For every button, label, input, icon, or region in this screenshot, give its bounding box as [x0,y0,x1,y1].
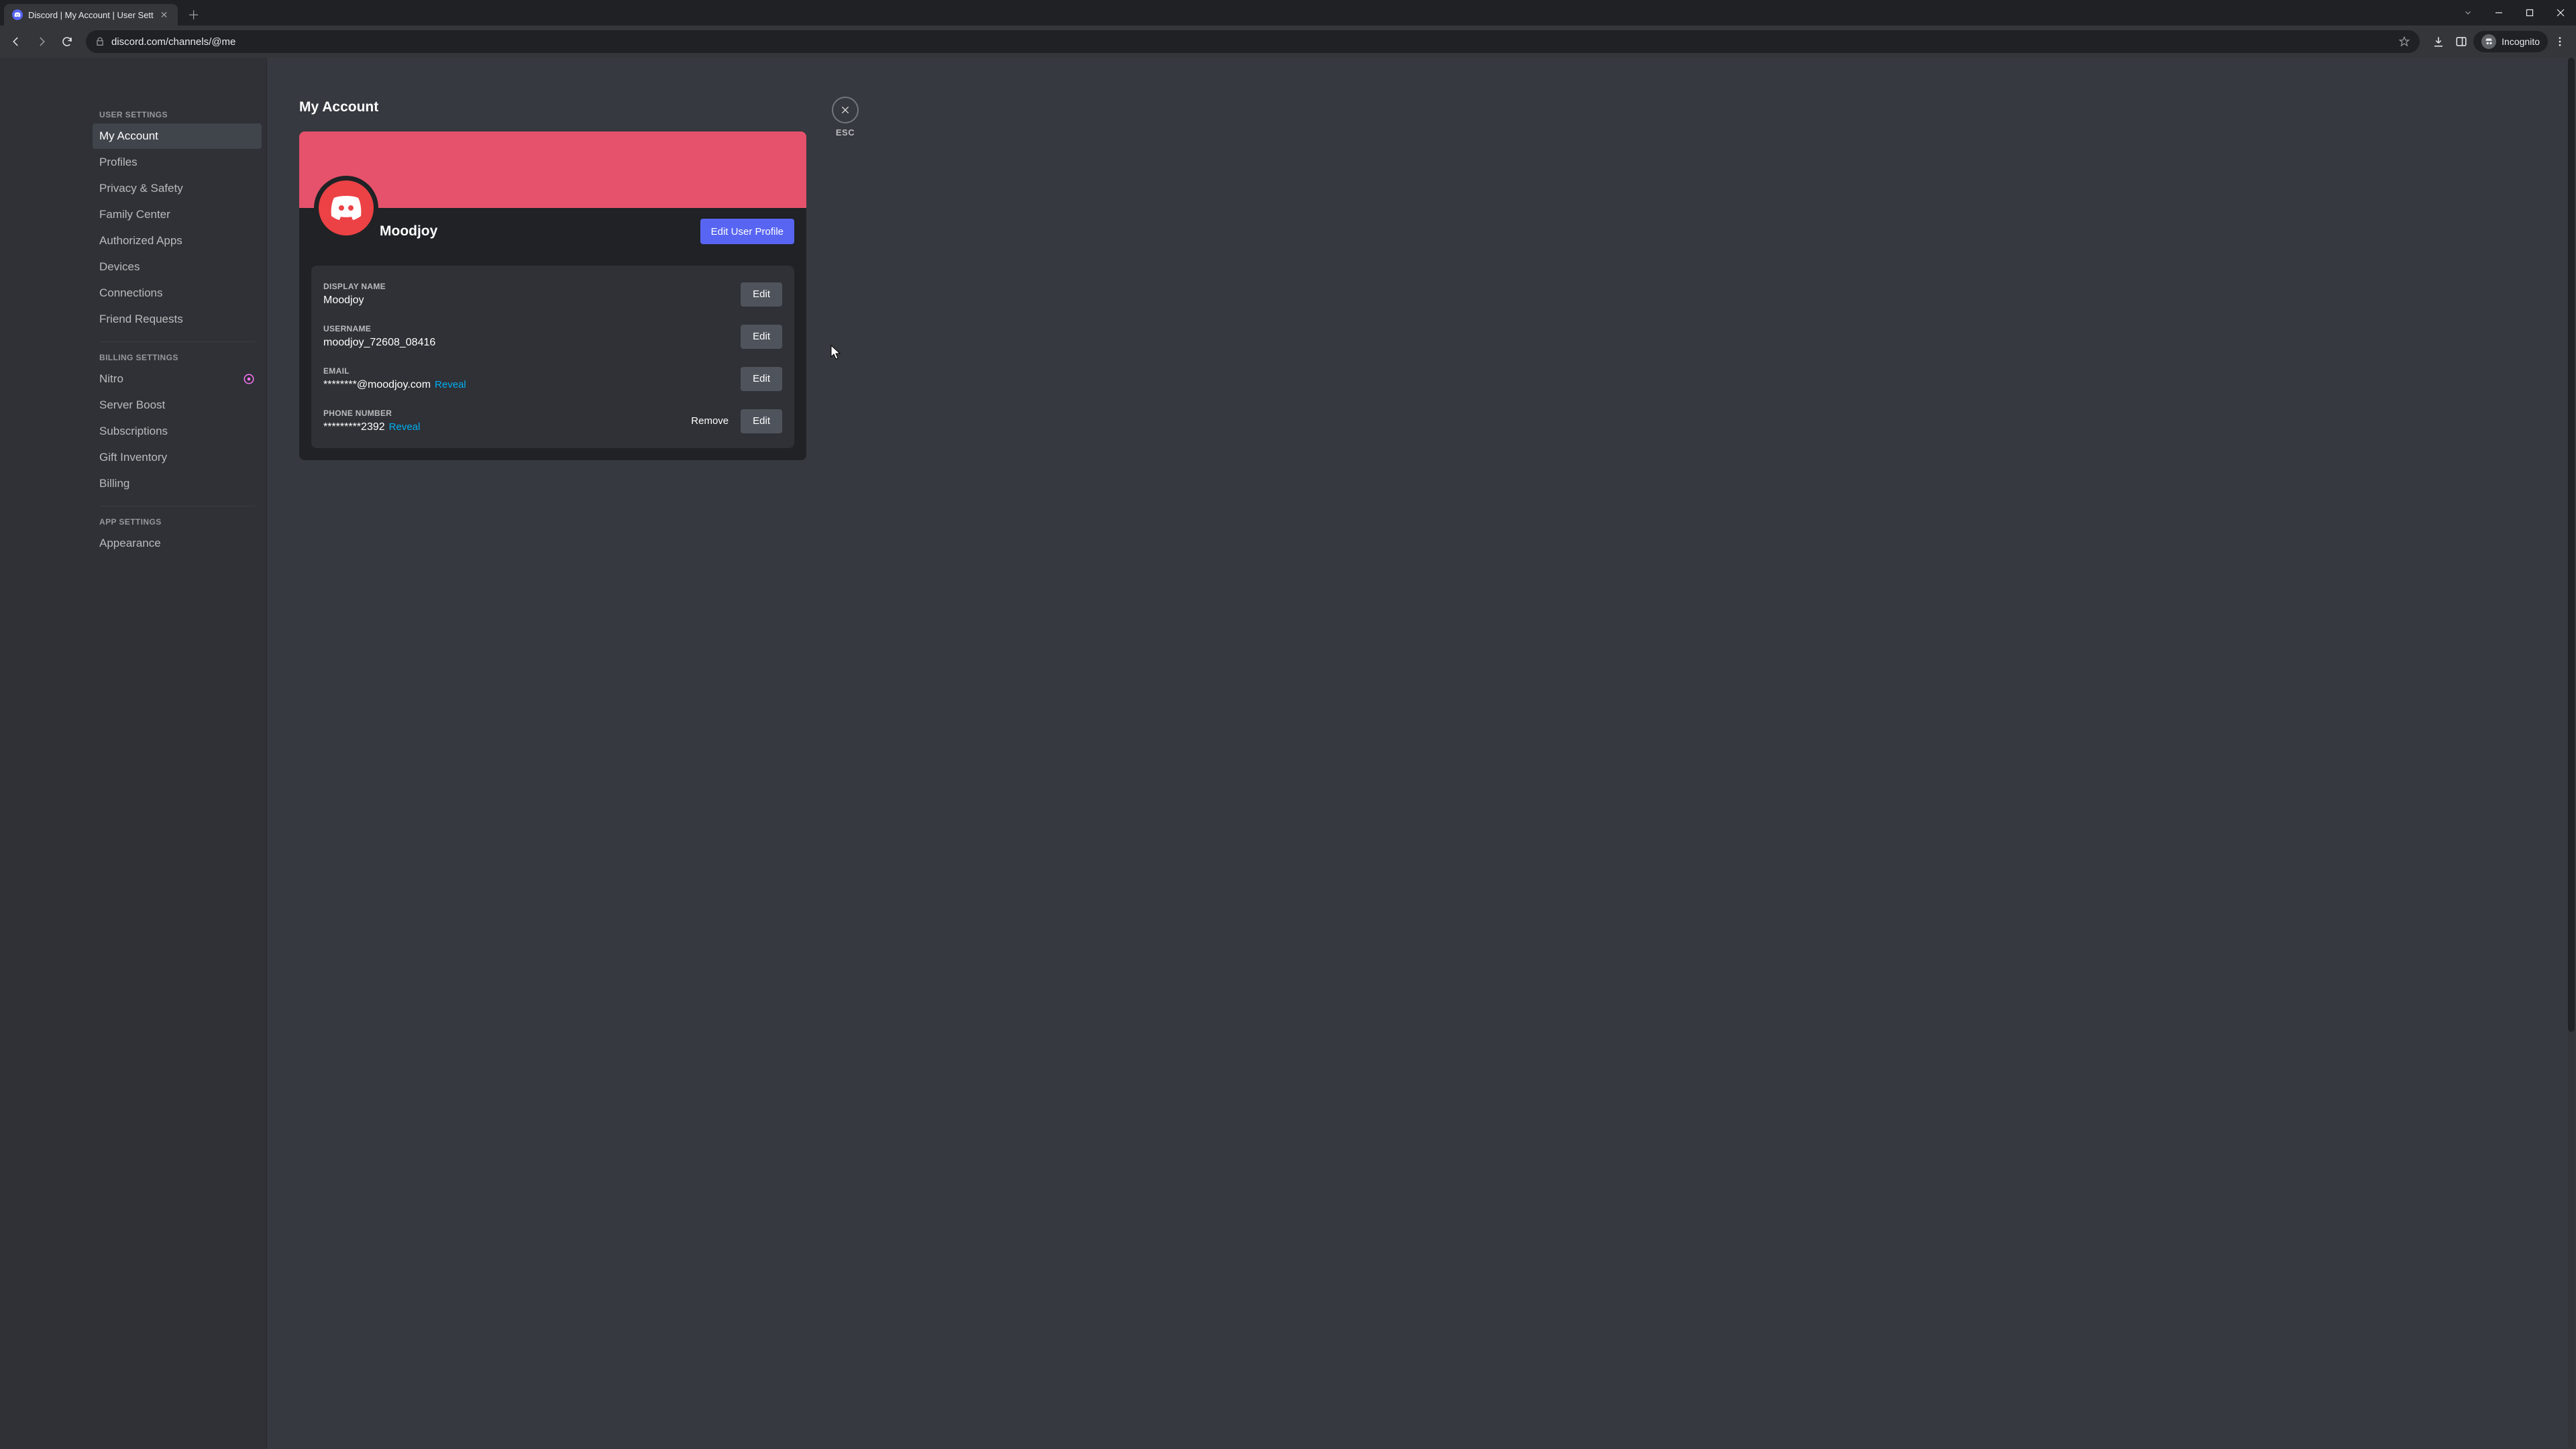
edit-button[interactable]: Edit [741,325,782,349]
downloads-button[interactable] [2428,31,2449,52]
avatar[interactable] [319,180,374,235]
discord-settings-app: USER SETTINGS My Account Profiles Privacy &… [0,58,2576,1449]
tab-strip: Discord | My Account | User Sett ✕ ＋ [0,0,2576,25]
sidebar-separator [99,341,255,342]
side-panel-button[interactable] [2451,31,2472,52]
sidebar-item-profiles[interactable]: Profiles [93,150,262,175]
remove-button[interactable]: Remove [686,415,734,427]
sidebar-item-label: Connections [99,286,163,300]
sidebar-item-devices[interactable]: Devices [93,254,262,280]
account-card: Moodjoy Edit User Profile DISPLAY NAME Mo… [299,131,806,460]
sidebar-item-label: Billing [99,477,129,490]
page-title: My Account [299,99,2544,115]
sidebar-heading: USER SETTINGS [93,110,262,119]
toolbar-right: Incognito [2428,31,2571,52]
sidebar-item-billing[interactable]: Billing [93,471,262,496]
account-field-label: PHONE NUMBER [323,409,679,418]
reveal-link[interactable]: Reveal [389,421,421,433]
account-info-panel: DISPLAY NAME Moodjoy Edit USERNAME moodjoy_7… [311,266,794,448]
sidebar-item-server-boost[interactable]: Server Boost [93,392,262,418]
reveal-link[interactable]: Reveal [435,379,466,390]
esc-label: ESC [836,127,855,138]
sidebar-item-label: Nitro [99,372,123,386]
account-row-email: EMAIL ********@moodjoy.comReveal Edit [323,362,782,405]
nav-forward-button[interactable] [31,31,52,52]
sidebar-item-label: Authorized Apps [99,234,182,248]
close-settings: ESC [832,97,859,138]
sidebar-heading: BILLING SETTINGS [93,353,262,362]
sidebar-item-label: My Account [99,129,158,143]
browser-chrome: Discord | My Account | User Sett ✕ ＋ [0,0,2576,58]
sidebar-item-authorized-apps[interactable]: Authorized Apps [93,228,262,254]
edit-button[interactable]: Edit [741,367,782,391]
sidebar-item-friend-requests[interactable]: Friend Requests [93,307,262,332]
sidebar-item-privacy-safety[interactable]: Privacy & Safety [93,176,262,201]
edit-button[interactable]: Edit [741,282,782,307]
account-field-value: *********2392Reveal [323,421,679,433]
window-minimize-button[interactable] [2483,2,2514,23]
sidebar-item-label: Server Boost [99,398,165,412]
sidebar-item-label: Subscriptions [99,425,168,438]
sidebar-heading: APP SETTINGS [93,517,262,527]
tab-title: Discord | My Account | User Sett [28,10,154,20]
edit-button[interactable]: Edit [741,409,782,433]
sidebar-item-label: Gift Inventory [99,451,167,464]
account-field-value: Moodjoy [323,294,734,307]
account-field-label: USERNAME [323,324,734,333]
url-text: discord.com/channels/@me [111,36,2392,48]
browser-toolbar: discord.com/channels/@me Incognito [0,25,2576,58]
nav-reload-button[interactable] [56,31,78,52]
sidebar-item-nitro[interactable]: Nitro [93,366,262,392]
account-row-username: USERNAME moodjoy_72608_08416 Edit [323,320,782,362]
content-scrollbar[interactable] [2568,58,2575,1449]
profile-display-name: Moodjoy [380,223,700,239]
sidebar-item-gift-inventory[interactable]: Gift Inventory [93,445,262,470]
profile-header: Moodjoy Edit User Profile [299,208,806,255]
sidebar-item-label: Devices [99,260,140,274]
settings-sidebar: USER SETTINGS My Account Profiles Privacy &… [0,58,267,1449]
close-icon [840,105,851,115]
account-row-phone-number: PHONE NUMBER *********2392Reveal Remove Edi… [323,405,782,436]
account-row-display-name: DISPLAY NAME Moodjoy Edit [323,278,782,320]
account-field-value: ********@moodjoy.comReveal [323,379,734,391]
browser-tab[interactable]: Discord | My Account | User Sett ✕ [4,4,178,25]
account-field-value: moodjoy_72608_08416 [323,337,734,349]
sidebar-item-connections[interactable]: Connections [93,280,262,306]
window-controls [2453,0,2576,25]
sidebar-item-subscriptions[interactable]: Subscriptions [93,419,262,444]
account-field-label: DISPLAY NAME [323,282,734,291]
lock-icon [95,37,105,46]
discord-favicon-icon [12,9,23,20]
browser-menu-button[interactable] [2549,31,2571,52]
account-field-label: EMAIL [323,366,734,376]
sidebar-item-my-account[interactable]: My Account [93,123,262,149]
tab-close-icon[interactable]: ✕ [159,9,170,20]
nitro-badge-icon [243,373,255,385]
window-maximize-button[interactable] [2514,2,2545,23]
avatar-ring [314,176,378,240]
incognito-icon [2481,34,2496,49]
close-settings-button[interactable] [832,97,859,123]
sidebar-item-label: Friend Requests [99,313,183,326]
settings-content: My Account Moodjoy Edit User Profile DIS… [267,58,2576,1449]
scrollbar-thumb[interactable] [2568,58,2575,1032]
sidebar-item-label: Privacy & Safety [99,182,183,195]
incognito-chip[interactable]: Incognito [2473,31,2548,52]
incognito-label: Incognito [2502,36,2540,47]
bookmark-star-icon[interactable] [2398,36,2410,48]
new-tab-button[interactable]: ＋ [184,5,203,24]
sidebar-item-appearance[interactable]: Appearance [93,531,262,556]
sidebar-item-label: Appearance [99,537,161,550]
nav-back-button[interactable] [5,31,27,52]
window-close-button[interactable] [2545,2,2576,23]
address-bar[interactable]: discord.com/channels/@me [86,30,2420,53]
sidebar-item-label: Profiles [99,156,138,169]
edit-user-profile-button[interactable]: Edit User Profile [700,219,794,244]
sidebar-item-family-center[interactable]: Family Center [93,202,262,227]
tab-search-icon[interactable] [2453,2,2483,23]
discord-logo-icon [330,195,362,221]
sidebar-item-label: Family Center [99,208,170,221]
